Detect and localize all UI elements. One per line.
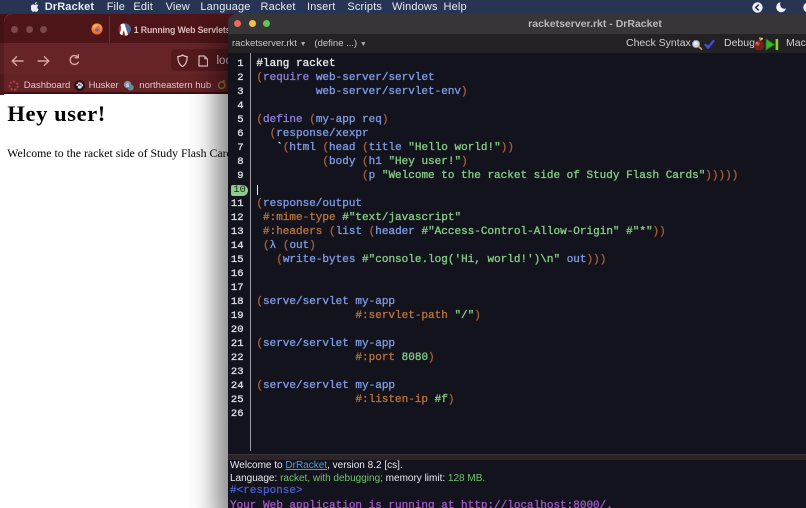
svg-text:s: s <box>126 82 130 89</box>
